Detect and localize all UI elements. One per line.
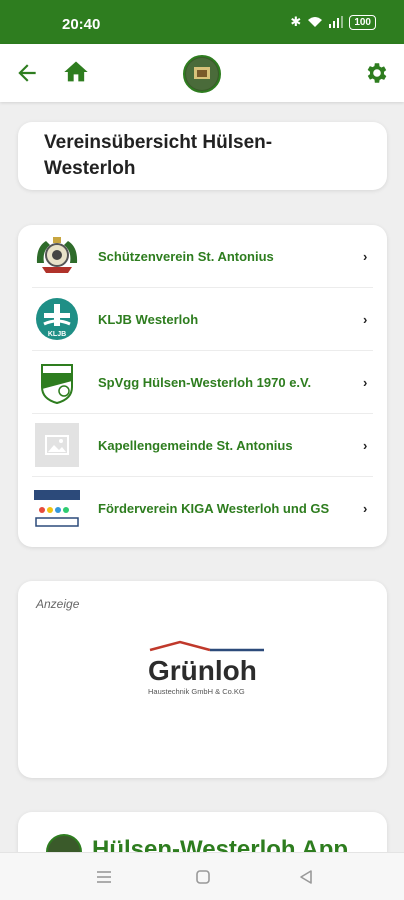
chevron-right-icon: › bbox=[363, 501, 368, 516]
svg-text:KLJB: KLJB bbox=[48, 331, 66, 338]
chevron-right-icon: › bbox=[363, 374, 368, 390]
spvgg-logo bbox=[34, 359, 80, 405]
back-arrow-icon[interactable] bbox=[14, 60, 40, 86]
title-card: Vereinsübersicht Hülsen-Westerloh bbox=[18, 122, 387, 190]
club-list: Schützenverein St. Antonius › KLJB KLJB … bbox=[18, 225, 387, 547]
battery-icon: 100 bbox=[349, 14, 376, 30]
home-icon[interactable] bbox=[62, 58, 90, 86]
back-triangle-icon[interactable] bbox=[296, 867, 316, 887]
ad-tagline: Haustechnik GmbH & Co.KG bbox=[148, 687, 245, 696]
signal-icon bbox=[329, 16, 344, 28]
kljb-logo: KLJB bbox=[34, 296, 80, 342]
club-item-kljb[interactable]: KLJB KLJB Westerloh › bbox=[32, 288, 373, 351]
page-title: Vereinsübersicht Hülsen-Westerloh bbox=[44, 132, 273, 179]
club-name: Kapellengemeinde St. Antonius bbox=[98, 437, 293, 453]
app-bar bbox=[0, 44, 404, 102]
status-bar: 20:40 ✱ 100 bbox=[0, 0, 404, 44]
club-item-kapellengemeinde[interactable]: Kapellengemeinde St. Antonius › bbox=[32, 414, 373, 477]
home-square-icon[interactable] bbox=[193, 867, 213, 887]
menu-icon[interactable] bbox=[94, 867, 114, 887]
chevron-right-icon: › bbox=[363, 311, 368, 327]
bluetooth-icon: ✱ bbox=[290, 14, 302, 29]
club-logo[interactable] bbox=[183, 55, 221, 93]
club-name: Förderverein KIGA Westerloh und GS bbox=[98, 501, 330, 516]
club-name: KLJB Westerloh bbox=[98, 311, 199, 327]
wifi-icon bbox=[308, 17, 323, 27]
ad-label: Anzeige bbox=[36, 597, 80, 611]
club-name: SpVgg Hülsen-Westerloh 1970 e.V. bbox=[98, 374, 312, 390]
chevron-right-icon: › bbox=[363, 248, 368, 264]
ad-brand: Grünloh bbox=[148, 655, 257, 686]
club-item-spvgg[interactable]: SpVgg Hülsen-Westerloh 1970 e.V. › bbox=[32, 351, 373, 414]
status-time: 20:40 bbox=[62, 16, 101, 33]
system-nav-bar bbox=[0, 852, 404, 900]
schuetzenverein-logo bbox=[34, 233, 80, 279]
chevron-right-icon: › bbox=[363, 437, 368, 453]
club-item-schuetzenverein[interactable]: Schützenverein St. Antonius › bbox=[32, 225, 373, 288]
club-item-foerderverein[interactable]: Förderverein KIGA Westerloh und GS › bbox=[32, 477, 373, 540]
image-placeholder-icon bbox=[34, 422, 80, 468]
settings-gear-icon[interactable] bbox=[364, 60, 390, 86]
gruenloh-ad-logo[interactable]: Grünloh Haustechnik GmbH & Co.KG bbox=[146, 640, 266, 702]
status-icons: ✱ 100 bbox=[290, 14, 376, 30]
club-name: Schützenverein St. Antonius bbox=[98, 248, 274, 264]
foerderverein-logo bbox=[34, 486, 80, 532]
